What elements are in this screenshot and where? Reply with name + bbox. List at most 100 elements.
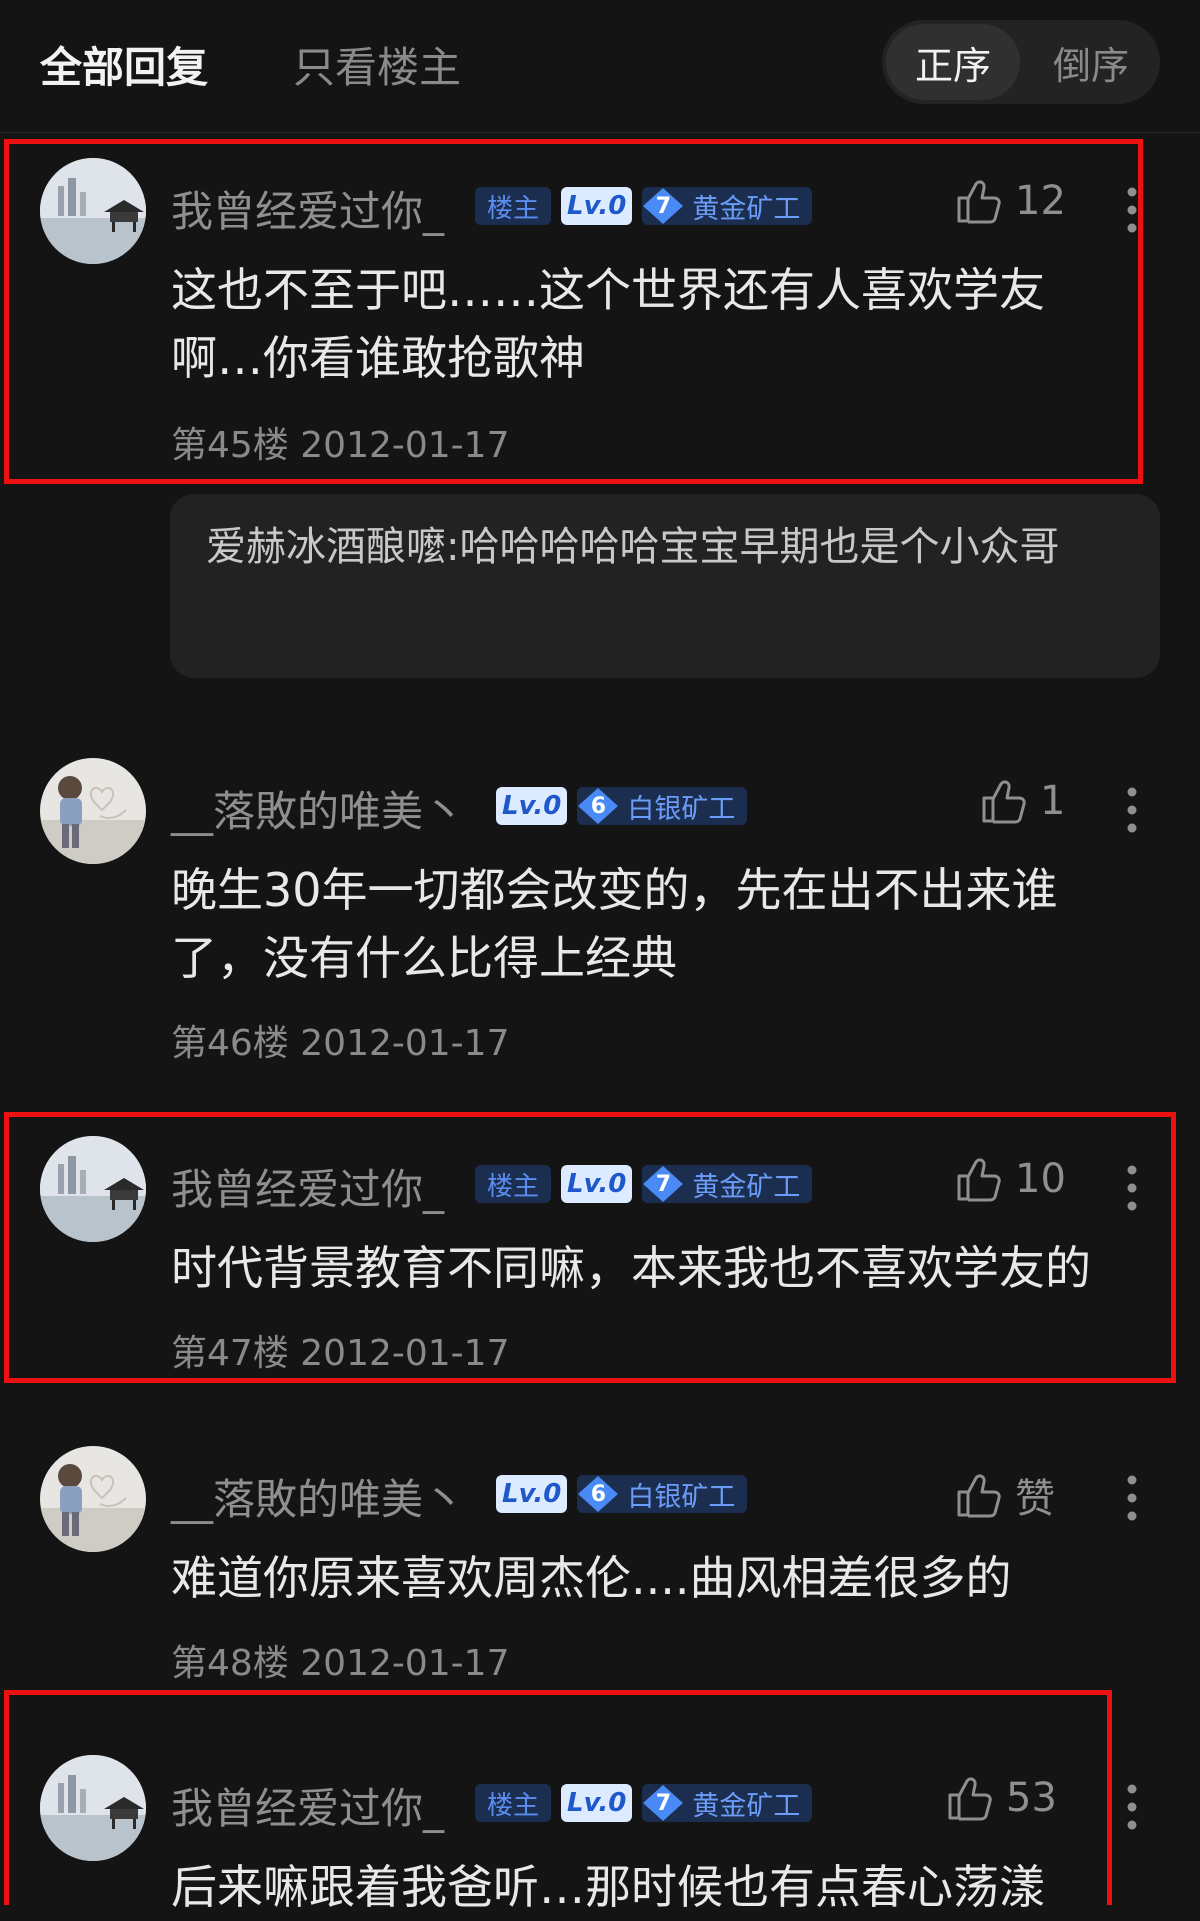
avatar[interactable] [40,1446,146,1552]
post-content: 难道你原来喜欢周杰伦....曲风相差很多的 [171,1544,1012,1612]
like-button[interactable]: 1 [980,778,1065,824]
level-badge: Lv.0 [561,1784,633,1822]
avatar[interactable] [40,758,146,864]
tab-all-replies[interactable]: 全部回复 [40,34,208,95]
rank-number: 7 [655,1790,672,1816]
user-badges: 楼主 Lv.0 7 黄金矿工 [475,1164,813,1204]
sub-reply-author[interactable]: 爱赫冰酒酿嚒 [206,524,446,570]
more-options-icon[interactable] [1126,786,1138,834]
user-badges: Lv.0 6 白银矿工 [496,1474,748,1514]
floor-number: 第48楼 [171,1643,289,1684]
like-button[interactable]: 53 [946,1775,1057,1821]
content-line: 时代背景教育不同嘛，本来我也不喜欢学友的 [171,1241,1091,1295]
rank-badge: 7 黄金矿工 [642,187,813,225]
post-date: 2012-01-17 [300,425,510,466]
tab-owner-only[interactable]: 只看楼主 [293,34,461,95]
like-button[interactable]: 赞 [955,1466,1055,1524]
floor-info: 第47楼 2012-01-17 [171,1324,509,1376]
sort-descending-button[interactable]: 倒序 [1026,24,1156,100]
content-line: 啊…你看谁敢抢歌神 [171,331,585,385]
content-line: 晚生30年一切都会改变的，先在出不出来谁 [171,863,1058,917]
pavilion-lake-avatar-image [40,1755,146,1861]
diamond-icon: 6 [577,1475,619,1513]
floor-info: 第45楼 2012-01-17 [171,416,509,468]
user-badges: Lv.0 6 白银矿工 [496,786,748,826]
rank-badge: 6 白银矿工 [577,1475,748,1513]
rank-badge: 7 黄金矿工 [642,1784,813,1822]
sub-reply-text: :哈哈哈哈哈宝宝早期也是个小众哥 [446,524,1060,570]
level-badge: Lv.0 [561,187,633,225]
username[interactable]: __落敗的唯美丶 [171,778,465,839]
content-line: 了，没有什么比得上经典 [171,931,677,985]
rank-number: 7 [655,193,672,219]
post-date: 2012-01-17 [300,1023,510,1064]
avatar[interactable] [40,158,146,264]
sort-order-toggle: 正序 倒序 [882,20,1160,104]
username[interactable]: 我曾经爱过你_ [171,178,444,239]
thumbs-up-icon [957,1474,1001,1518]
rank-name: 黄金矿工 [692,1171,801,1203]
user-badges: 楼主 Lv.0 7 黄金矿工 [475,1783,813,1823]
avatar[interactable] [40,1755,146,1861]
user-badges: 楼主 Lv.0 7 黄金矿工 [475,186,813,226]
like-count: 赞 [1015,1476,1055,1522]
thumbs-up-icon [948,1777,992,1821]
content-line: 后来嘛跟着我爸听…那时候也有点春心荡漾 [171,1860,1045,1914]
rank-name: 黄金矿工 [692,193,801,225]
like-button[interactable]: 12 [955,178,1066,224]
post-content: 时代背景教育不同嘛，本来我也不喜欢学友的 [171,1234,1091,1302]
more-options-icon[interactable] [1126,1783,1138,1831]
post-content: 晚生30年一切都会改变的，先在出不出来谁 了，没有什么比得上经典 [171,856,1058,992]
avatar[interactable] [40,1136,146,1242]
post-content: 后来嘛跟着我爸听…那时候也有点春心荡漾 [171,1853,1045,1921]
thumbs-up-icon [957,180,1001,224]
sub-reply: 爱赫冰酒酿嚒:哈哈哈哈哈宝宝早期也是个小众哥 [206,516,1126,578]
like-count: 1 [1040,778,1066,824]
rank-badge: 6 白银矿工 [577,787,748,825]
username[interactable]: 我曾经爱过你_ [171,1156,444,1217]
floor-number: 第46楼 [171,1023,289,1064]
rank-number: 6 [590,1481,607,1507]
diamond-icon: 7 [642,1165,684,1203]
sub-reply-box[interactable]: 爱赫冰酒酿嚒:哈哈哈哈哈宝宝早期也是个小众哥 [170,494,1160,678]
post-date: 2012-01-17 [300,1643,510,1684]
rank-number: 6 [590,793,607,819]
floor-info: 第46楼 2012-01-17 [171,1014,509,1066]
person-sitting-avatar-image [40,1446,146,1552]
pavilion-lake-avatar-image [40,158,146,264]
username[interactable]: __落敗的唯美丶 [171,1466,465,1527]
floor-number: 第45楼 [171,425,289,466]
content-line: 难道你原来喜欢周杰伦....曲风相差很多的 [171,1551,1012,1605]
diamond-icon: 7 [642,1784,684,1822]
person-sitting-avatar-image [40,758,146,864]
diamond-icon: 6 [577,787,619,825]
more-options-icon[interactable] [1126,186,1138,234]
rank-name: 白银矿工 [627,1481,736,1513]
thumbs-up-icon [982,780,1026,824]
pavilion-lake-avatar-image [40,1136,146,1242]
username[interactable]: 我曾经爱过你_ [171,1775,444,1836]
reply-filter-bar: 全部回复 只看楼主 正序 倒序 [0,0,1200,133]
floor-number: 第47楼 [171,1333,289,1374]
owner-badge: 楼主 [475,1784,552,1822]
rank-number: 7 [655,1171,672,1197]
post-content: 这也不至于吧……这个世界还有人喜欢学友 啊…你看谁敢抢歌神 [171,256,1045,392]
sort-ascending-button[interactable]: 正序 [886,24,1020,100]
like-button[interactable]: 10 [955,1156,1066,1202]
rank-name: 黄金矿工 [692,1790,801,1822]
level-badge: Lv.0 [496,1475,568,1513]
rank-name: 白银矿工 [627,793,736,825]
more-options-icon[interactable] [1126,1164,1138,1212]
level-badge: Lv.0 [561,1165,633,1203]
content-line: 这也不至于吧……这个世界还有人喜欢学友 [171,263,1045,317]
more-options-icon[interactable] [1126,1474,1138,1522]
rank-badge: 7 黄金矿工 [642,1165,813,1203]
like-count: 10 [1015,1156,1066,1202]
floor-info: 第48楼 2012-01-17 [171,1634,509,1686]
owner-badge: 楼主 [475,187,552,225]
level-badge: Lv.0 [496,787,568,825]
thumbs-up-icon [957,1158,1001,1202]
like-count: 12 [1015,178,1066,224]
like-count: 53 [1006,1775,1057,1821]
diamond-icon: 7 [642,187,684,225]
